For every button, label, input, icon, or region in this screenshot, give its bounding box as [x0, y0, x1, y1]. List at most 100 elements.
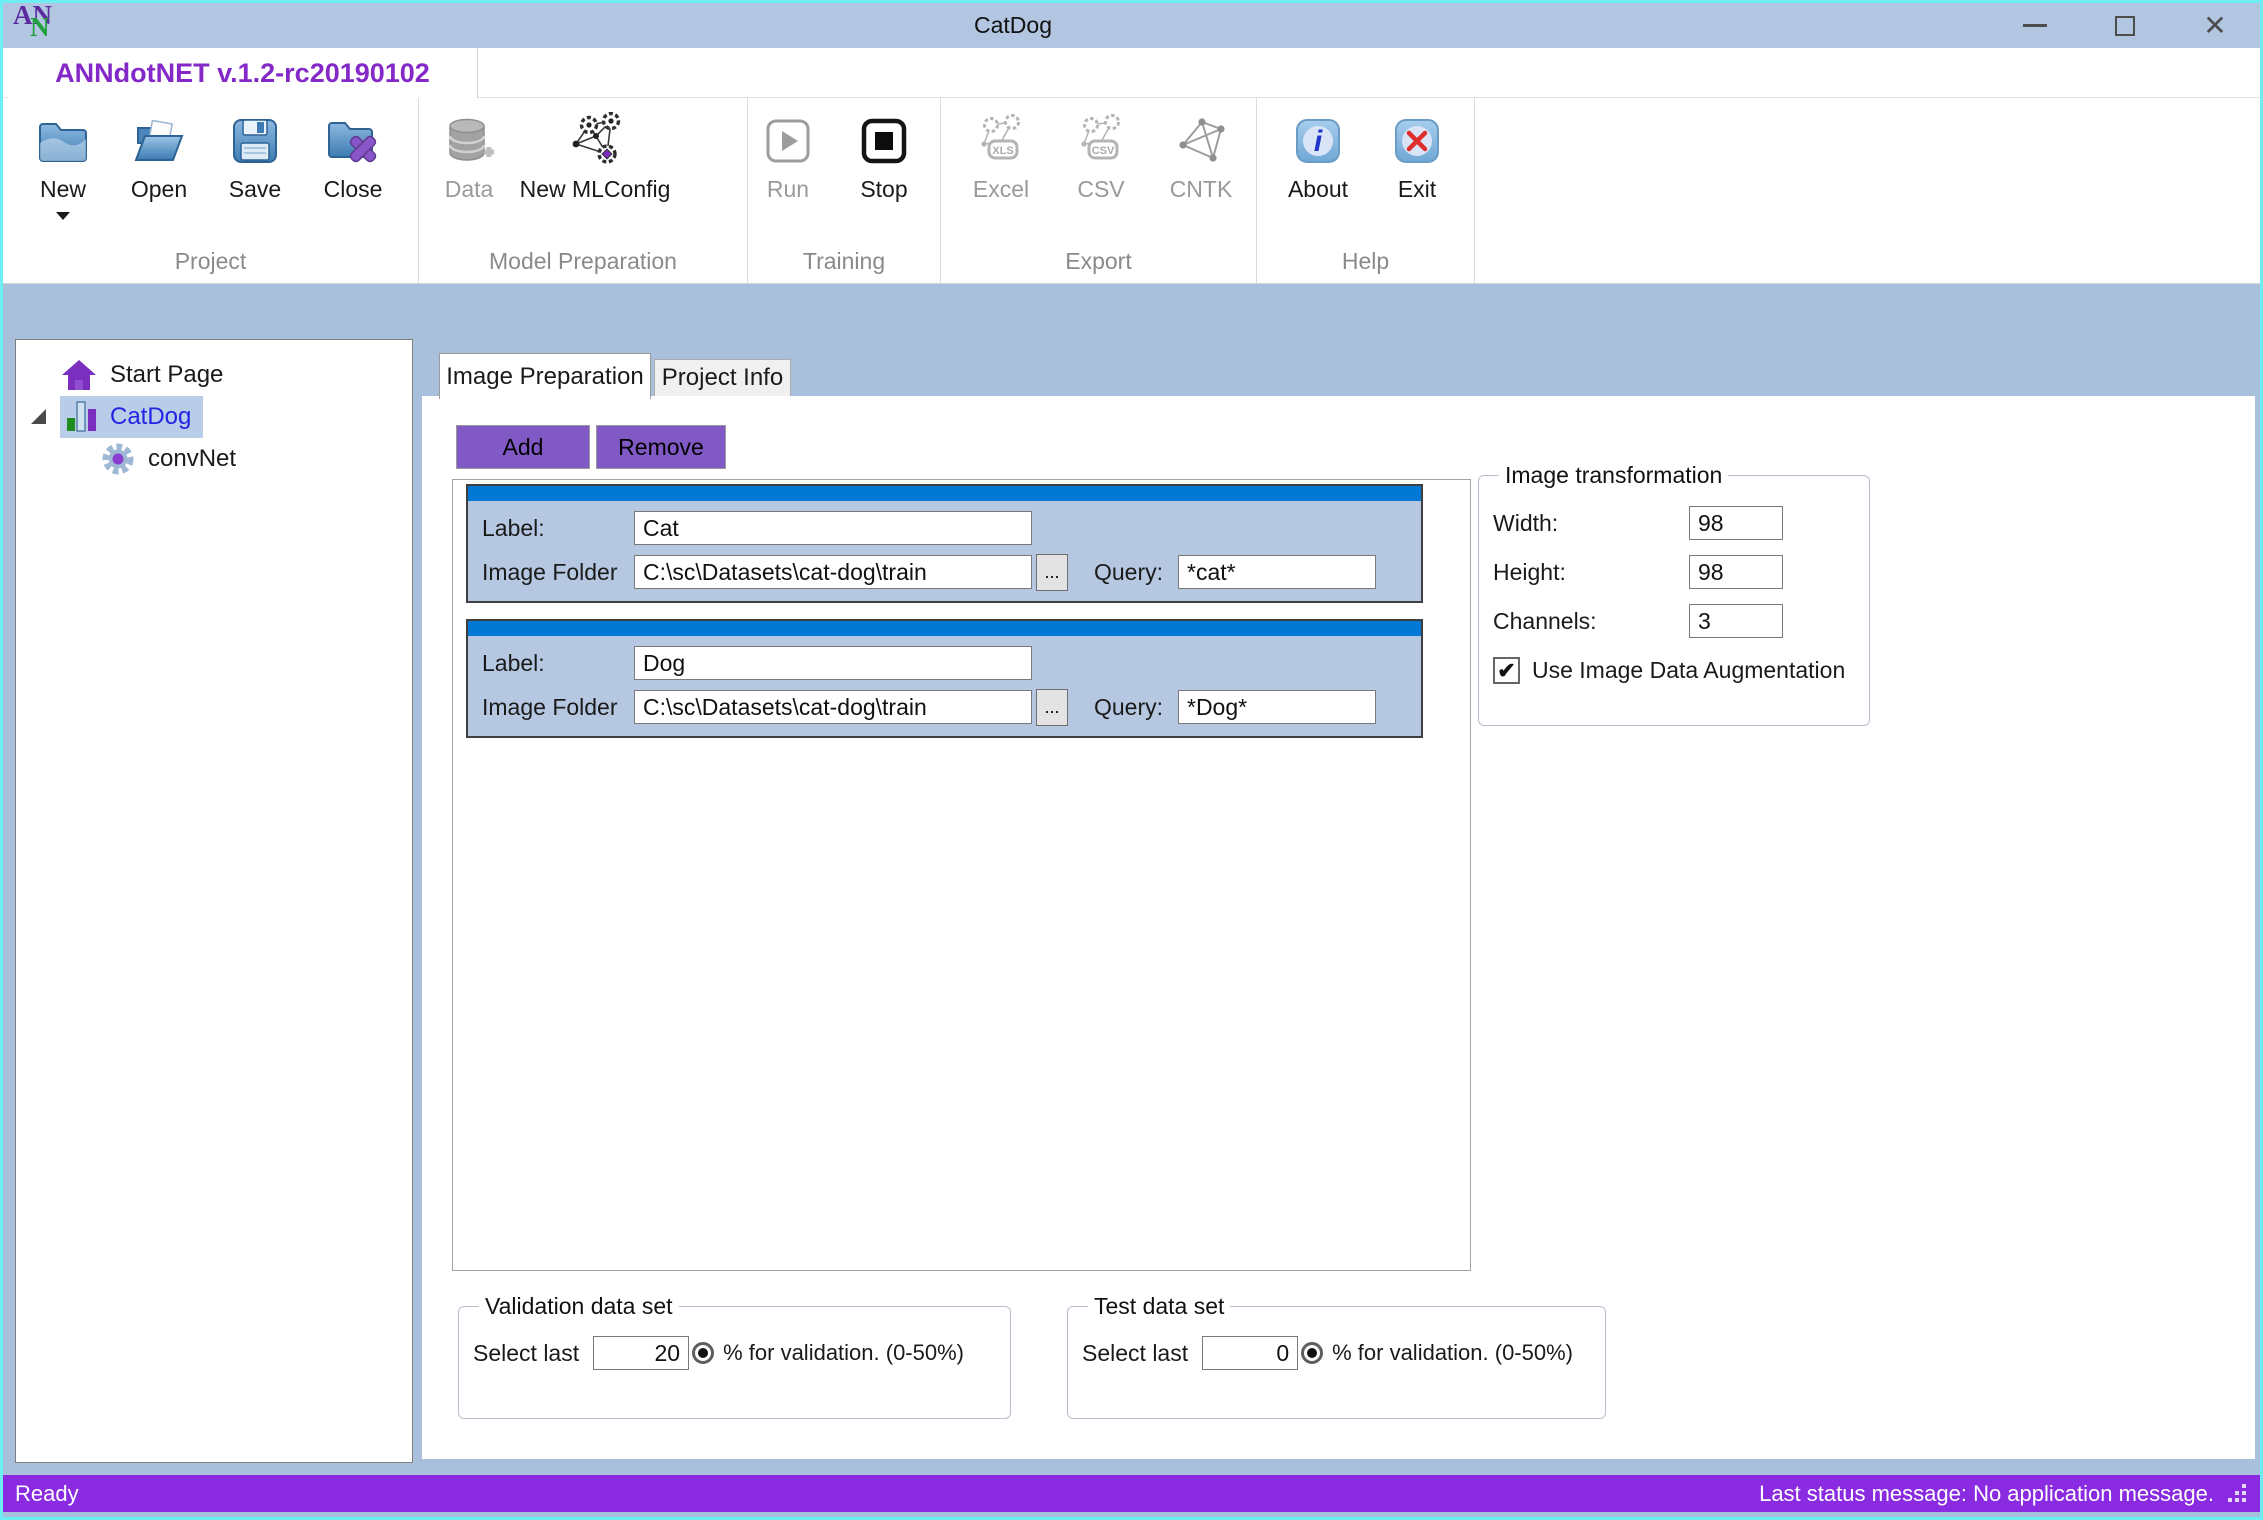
width-input[interactable]	[1689, 506, 1783, 540]
maximize-icon	[2115, 16, 2135, 36]
excel-xls-icon: XLS	[974, 108, 1028, 174]
expander-icon[interactable]	[31, 409, 46, 424]
browse-button[interactable]: ...	[1036, 689, 1068, 726]
database-icon	[443, 108, 495, 174]
tab-image-preparation[interactable]: Image Preparation	[439, 353, 651, 399]
label-list-box: Label: Image Folder ... Query:	[452, 479, 1471, 1271]
query-field-label: Query:	[1094, 694, 1178, 721]
data-button[interactable]: Data	[423, 98, 515, 203]
height-input[interactable]	[1689, 555, 1783, 589]
ribbon-group-help: i About Exit Help	[1257, 98, 1475, 283]
ribbon-group-model-preparation-label: Model Preparation	[419, 248, 747, 275]
query-input[interactable]	[1178, 690, 1376, 724]
exit-button[interactable]: Exit	[1372, 98, 1462, 203]
validation-percent-input[interactable]	[593, 1336, 689, 1370]
image-folder-input[interactable]	[634, 690, 1032, 724]
image-preparation-panel: Add Remove Label: Image Folder ...	[422, 396, 2255, 1459]
ribbon-group-training: Run Stop Training	[748, 98, 941, 283]
width-label: Width:	[1493, 510, 1689, 537]
label-item-cat-header	[468, 486, 1421, 501]
validation-suffix-label: % for validation. (0-50%)	[723, 1340, 964, 1366]
tree-item-start-page[interactable]: Start Page	[16, 354, 412, 396]
label-input[interactable]	[634, 646, 1032, 680]
remove-button[interactable]: Remove	[596, 425, 726, 469]
network-gears-icon	[566, 108, 624, 174]
play-icon	[764, 108, 812, 174]
export-cntk-button[interactable]: CNTK	[1155, 98, 1247, 203]
svg-text:CSV: CSV	[1092, 145, 1115, 157]
image-transformation-group: Image transformation Width: Height: Chan…	[1478, 462, 1870, 726]
save-button[interactable]: Save	[207, 98, 303, 203]
validation-dataset-group: Validation data set Select last % for va…	[458, 1293, 1011, 1419]
channels-input[interactable]	[1689, 604, 1783, 638]
label-item-dog-header	[468, 621, 1421, 636]
stop-button[interactable]: Stop	[844, 98, 924, 203]
validation-radio[interactable]	[692, 1342, 714, 1364]
save-button-label: Save	[229, 177, 281, 203]
ribbon-group-model-preparation: Data	[419, 98, 748, 283]
status-bar: Ready Last status message: No applicatio…	[3, 1475, 2260, 1512]
ribbon-group-export-label: Export	[941, 248, 1256, 275]
export-csv-button[interactable]: CSV CSV	[1055, 98, 1147, 203]
tree-selection-highlight: CatDog	[60, 396, 203, 438]
ribbon-tab-main[interactable]: ANNdotNET v.1.2-rc20190102	[8, 48, 478, 98]
open-folder-icon	[132, 108, 186, 174]
new-button-label: New	[40, 177, 86, 203]
ribbon-group-project-label: Project	[3, 248, 418, 275]
add-button[interactable]: Add	[456, 425, 590, 469]
tree-item-convnet[interactable]: convNet	[16, 438, 412, 480]
about-button[interactable]: i About	[1273, 98, 1363, 203]
test-percent-input[interactable]	[1202, 1336, 1298, 1370]
export-csv-label: CSV	[1077, 177, 1124, 203]
exit-x-icon	[1393, 108, 1441, 174]
titlebar: AN N CatDog ✕	[3, 3, 2260, 48]
minimize-icon	[2023, 24, 2047, 27]
svg-text:i: i	[1314, 125, 1323, 158]
image-folder-input[interactable]	[634, 555, 1032, 589]
stop-icon	[860, 108, 908, 174]
close-folder-icon	[325, 108, 381, 174]
new-folder-icon	[36, 108, 90, 174]
run-button[interactable]: Run	[748, 98, 828, 203]
image-folder-field-label: Image Folder	[482, 694, 634, 721]
browse-button[interactable]: ...	[1036, 554, 1068, 591]
minimize-button[interactable]	[1990, 3, 2080, 48]
label-item-cat[interactable]: Label: Image Folder ... Query:	[466, 484, 1423, 603]
label-input[interactable]	[634, 511, 1032, 545]
close-project-button[interactable]: Close	[303, 98, 403, 203]
augmentation-checkbox[interactable]	[1493, 657, 1520, 684]
bottom-strip	[3, 1512, 2260, 1519]
ribbon: New Open	[3, 98, 2260, 284]
test-dataset-group: Test data set Select last % for validati…	[1067, 1293, 1606, 1419]
validation-dataset-legend: Validation data set	[479, 1293, 679, 1320]
status-ready-text: Ready	[15, 1481, 79, 1507]
label-item-dog[interactable]: Label: Image Folder ... Query:	[466, 619, 1423, 738]
test-select-last-label: Select last	[1082, 1340, 1188, 1367]
export-cntk-label: CNTK	[1170, 177, 1233, 203]
query-field-label: Query:	[1094, 559, 1178, 586]
status-message-text: Last status message: No application mess…	[1759, 1481, 2214, 1507]
new-mlconfig-button[interactable]: New MLConfig	[515, 98, 675, 203]
resize-grip[interactable]	[2228, 1484, 2248, 1504]
test-radio[interactable]	[1301, 1342, 1323, 1364]
tab-project-info[interactable]: Project Info	[654, 359, 791, 397]
home-icon	[60, 358, 98, 392]
new-button[interactable]: New	[15, 98, 111, 220]
export-excel-button[interactable]: XLS Excel	[955, 98, 1047, 203]
image-transformation-legend: Image transformation	[1499, 462, 1728, 489]
maximize-button[interactable]	[2080, 3, 2170, 48]
open-button[interactable]: Open	[111, 98, 207, 203]
image-folder-field-label: Image Folder	[482, 559, 634, 586]
tree-item-catdog[interactable]: CatDog	[16, 396, 412, 438]
ribbon-group-training-label: Training	[748, 248, 940, 275]
project-tree-panel: Start Page CatDog	[15, 339, 413, 1463]
query-input[interactable]	[1178, 555, 1376, 589]
ribbon-tab-row: ANNdotNET v.1.2-rc20190102	[3, 48, 2260, 98]
label-field-label: Label:	[482, 650, 634, 677]
ribbon-group-help-label: Help	[1257, 248, 1474, 275]
window-title: CatDog	[3, 3, 2023, 48]
test-dataset-legend: Test data set	[1088, 1293, 1230, 1320]
augmentation-label: Use Image Data Augmentation	[1532, 657, 1845, 684]
dropdown-arrow-icon[interactable]	[56, 212, 70, 220]
close-button[interactable]: ✕	[2170, 3, 2260, 48]
